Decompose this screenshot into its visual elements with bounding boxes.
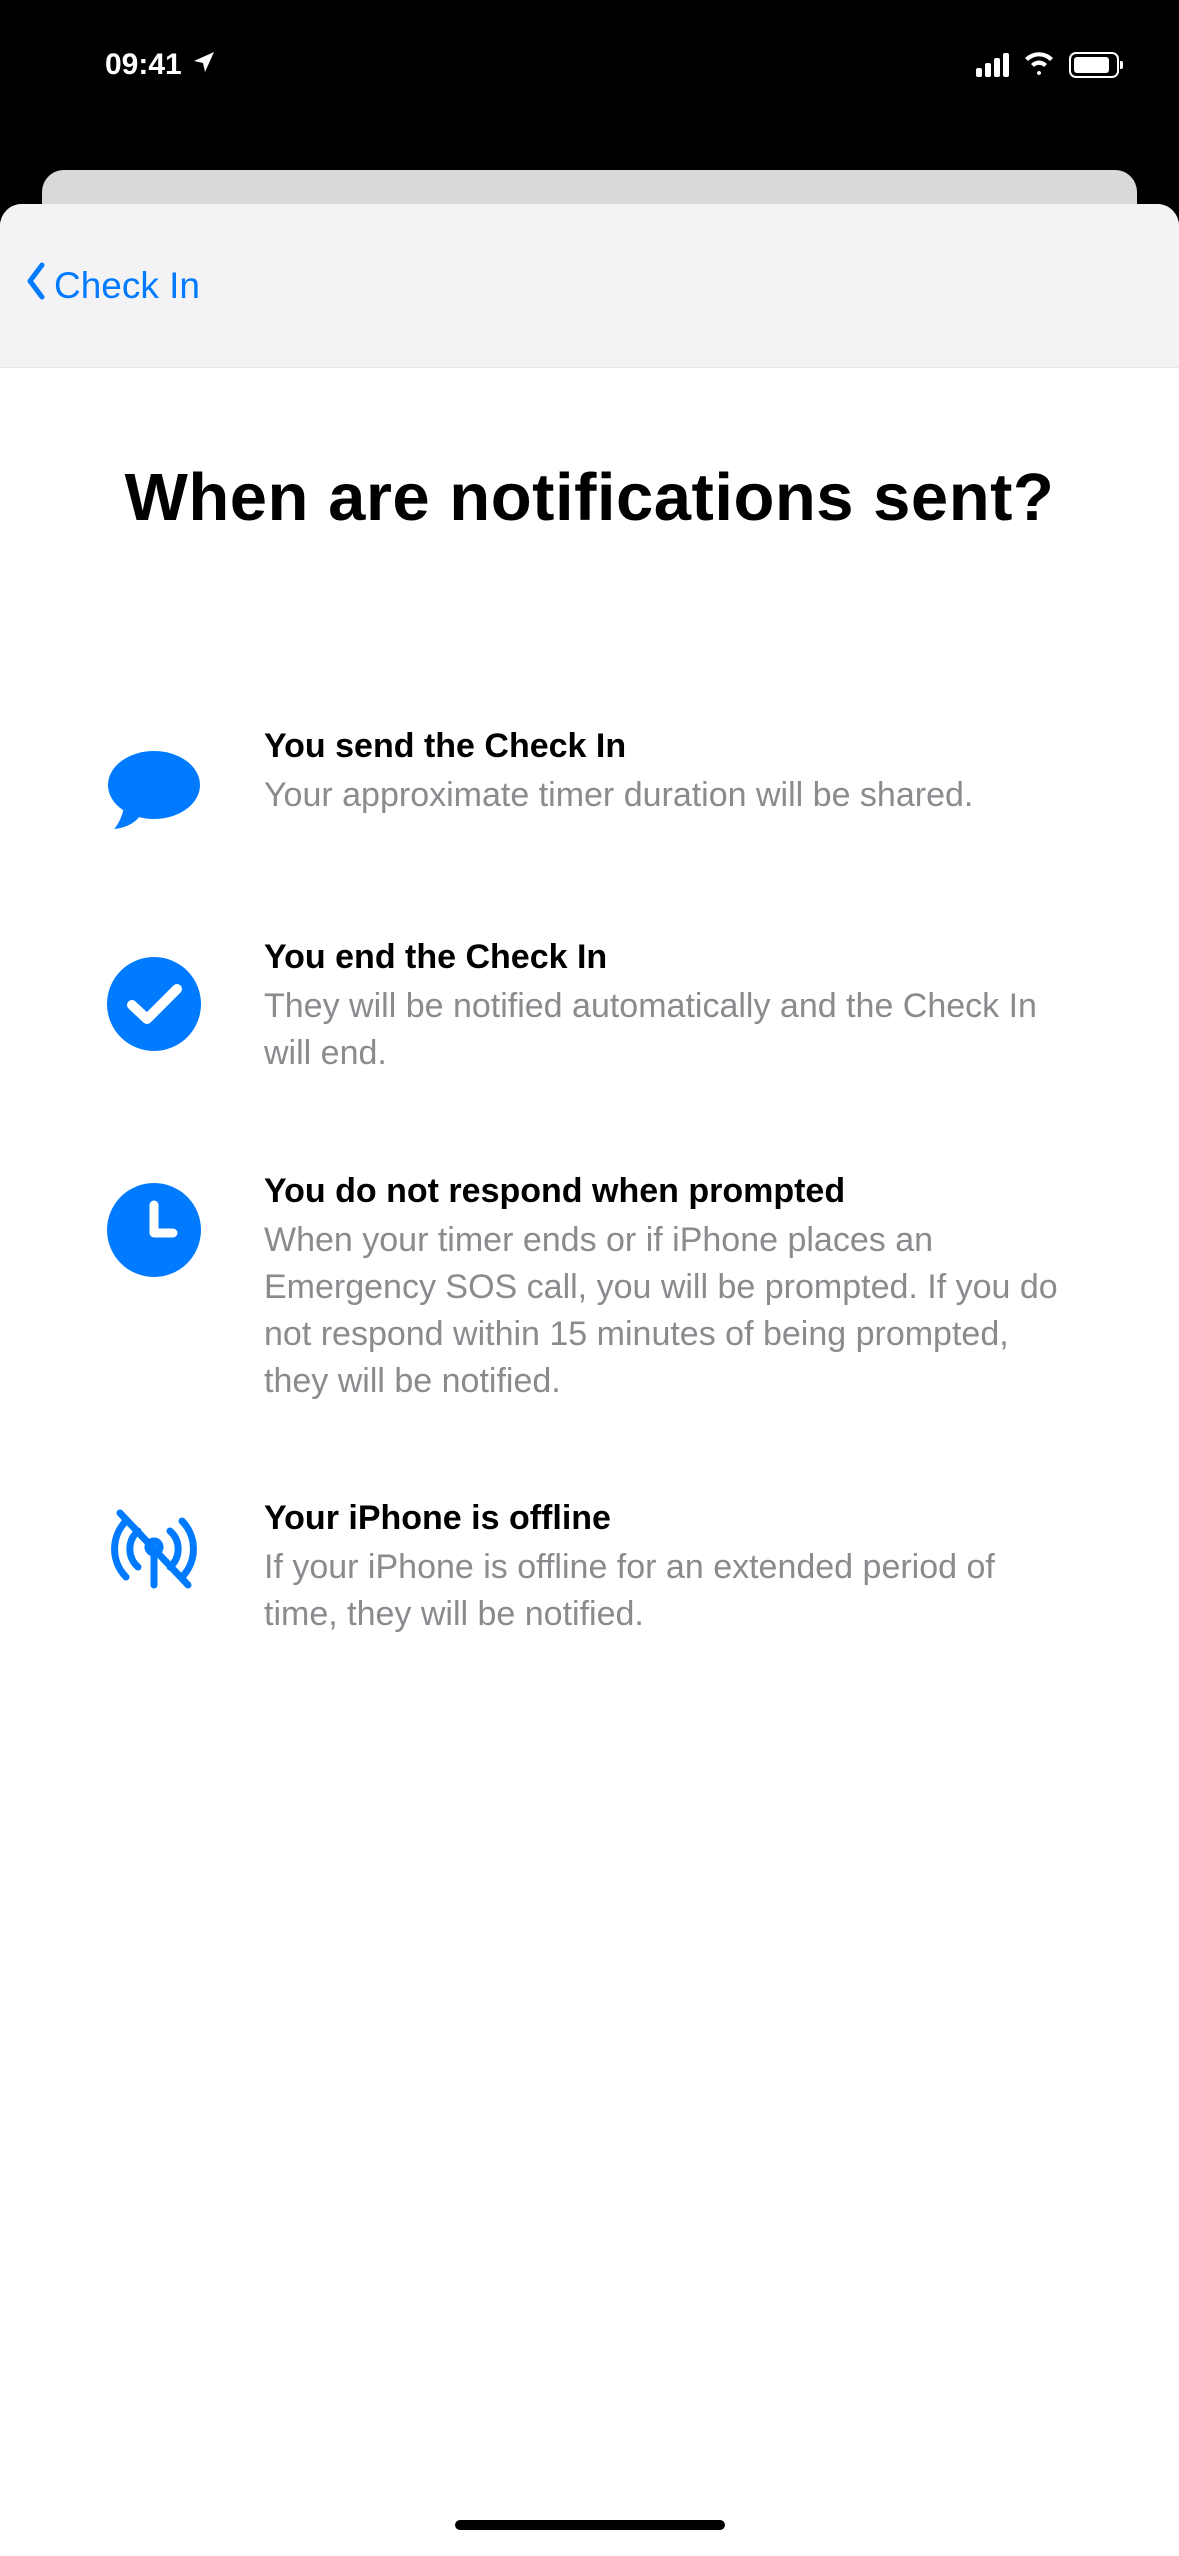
clock-icon xyxy=(104,1180,204,1280)
cellular-icon xyxy=(976,53,1009,77)
info-item-no-response: You do not respond when prompted When yo… xyxy=(104,1172,1075,1405)
status-bar: 09:41 xyxy=(0,0,1179,100)
battery-icon xyxy=(1069,52,1119,78)
page-title: When are notifications sent? xyxy=(104,458,1075,537)
item-title: You send the Check In xyxy=(264,727,1075,766)
item-desc: When your timer ends or if iPhone places… xyxy=(264,1217,1075,1405)
chat-bubble-icon xyxy=(104,743,204,843)
info-item-end: You end the Check In They will be notifi… xyxy=(104,938,1075,1077)
item-desc: They will be notified automatically and … xyxy=(264,983,1075,1077)
location-icon xyxy=(192,48,216,82)
modal-sheet-stack: Check In When are notifications sent? Yo… xyxy=(0,180,1179,2556)
status-left: 09:41 xyxy=(105,48,216,82)
navigation-bar: Check In xyxy=(0,204,1179,368)
item-desc: If your iPhone is offline for an extende… xyxy=(264,1544,1075,1638)
item-title: You do not respond when prompted xyxy=(264,1172,1075,1211)
home-indicator[interactable] xyxy=(455,2520,725,2530)
chevron-left-icon xyxy=(20,259,52,312)
back-button[interactable]: Check In xyxy=(20,259,200,312)
wifi-icon xyxy=(1023,51,1055,80)
item-title: You end the Check In xyxy=(264,938,1075,977)
item-desc: Your approximate timer duration will be … xyxy=(264,772,1075,819)
checkmark-circle-icon xyxy=(104,954,204,1054)
modal-sheet: Check In When are notifications sent? Yo… xyxy=(0,204,1179,2556)
back-label: Check In xyxy=(54,265,200,307)
offline-antenna-icon xyxy=(104,1499,204,1599)
status-time: 09:41 xyxy=(105,48,182,82)
item-title: Your iPhone is offline xyxy=(264,1499,1075,1538)
content: When are notifications sent? You send th… xyxy=(0,368,1179,1638)
status-right xyxy=(976,51,1119,80)
info-item-send: You send the Check In Your approximate t… xyxy=(104,727,1075,843)
info-item-offline: Your iPhone is offline If your iPhone is… xyxy=(104,1499,1075,1638)
